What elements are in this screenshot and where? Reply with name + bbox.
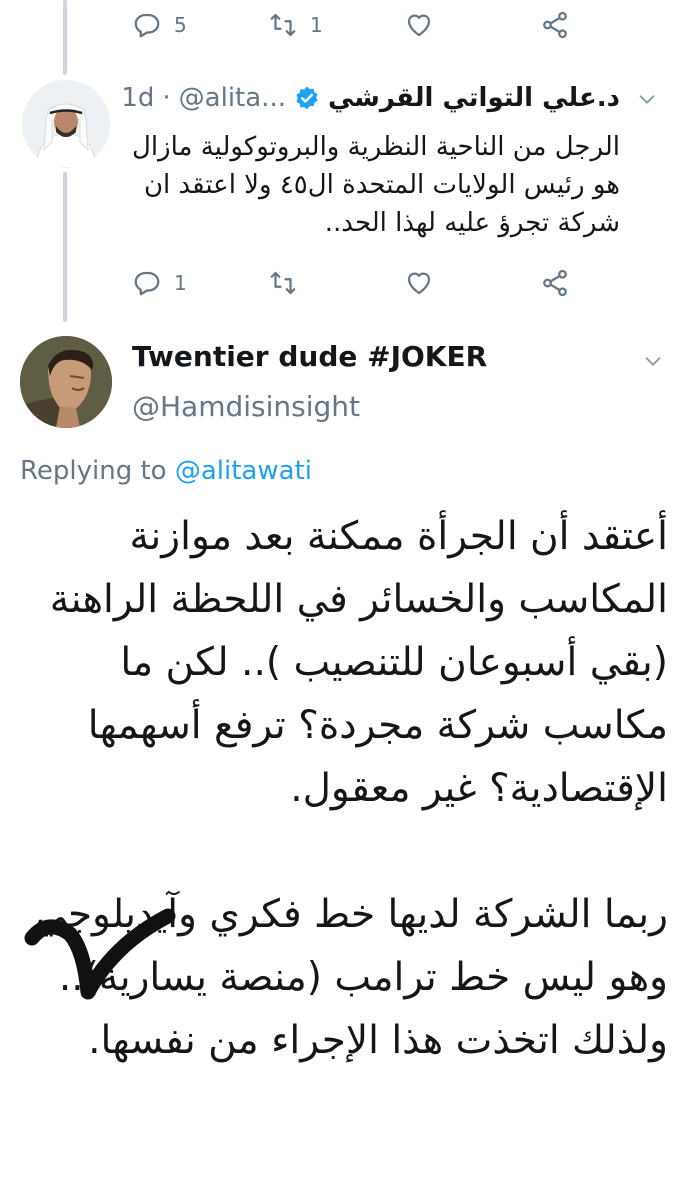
display-name[interactable]: د.علي التواتي القرشي (328, 83, 620, 113)
replying-to-link[interactable]: @alitawati (175, 456, 312, 486)
verified-badge (294, 85, 320, 111)
chevron-down-icon[interactable] (636, 88, 658, 110)
share-action[interactable] (540, 10, 570, 40)
retweet-icon (270, 13, 296, 37)
share-icon (543, 11, 567, 39)
retweet-count: 1 (310, 13, 323, 37)
main-tweet-paragraph-1: أعتقد أن الجرأة ممكنة بعد موازنة المكاسب… (49, 514, 668, 811)
replying-to-label: Replying to (20, 456, 167, 486)
avatar-image (20, 336, 112, 428)
reply-count: 1 (174, 271, 187, 295)
reply-icon (134, 271, 160, 296)
avatar-alitawati[interactable] (22, 80, 110, 168)
like-action[interactable] (404, 10, 434, 40)
avatar-hamdisinsight[interactable] (20, 336, 112, 428)
share-icon (543, 269, 567, 297)
reply-tweet-header: د.علي التواتي القرشي @alita... · 1d (120, 80, 620, 116)
reply-tweet-share-action[interactable] (540, 268, 570, 298)
reply-tweet-reply-action[interactable]: 1 (132, 268, 187, 298)
chevron-down-icon[interactable] (642, 350, 664, 372)
reply-action[interactable]: 5 (132, 10, 187, 40)
dot-separator: · (162, 83, 171, 113)
checkmark-annotation (24, 908, 176, 1000)
avatar-image (22, 80, 110, 168)
thread-line-top (63, 0, 67, 75)
reply-icon (134, 13, 160, 38)
timestamp[interactable]: 1d (121, 83, 154, 113)
verified-icon (296, 86, 318, 110)
main-handle[interactable]: @Hamdisinsight (132, 390, 360, 423)
main-display-name[interactable]: Twentier dude #JOKER (132, 340, 487, 373)
handle[interactable]: @alita... (179, 83, 286, 113)
thread-line-middle (63, 172, 67, 322)
retweet-action[interactable]: 1 (268, 10, 323, 40)
replying-to-line: Replying to @alitawati (20, 456, 312, 486)
like-icon (407, 272, 431, 295)
retweet-icon (270, 271, 296, 295)
reply-tweet-like-action[interactable] (404, 268, 434, 298)
reply-tweet-text: الرجل من الناحية النظرية والبروتوكولية م… (131, 132, 620, 238)
reply-tweet-retweet-action[interactable] (268, 268, 298, 298)
reply-count: 5 (174, 13, 187, 37)
like-icon (407, 14, 431, 37)
